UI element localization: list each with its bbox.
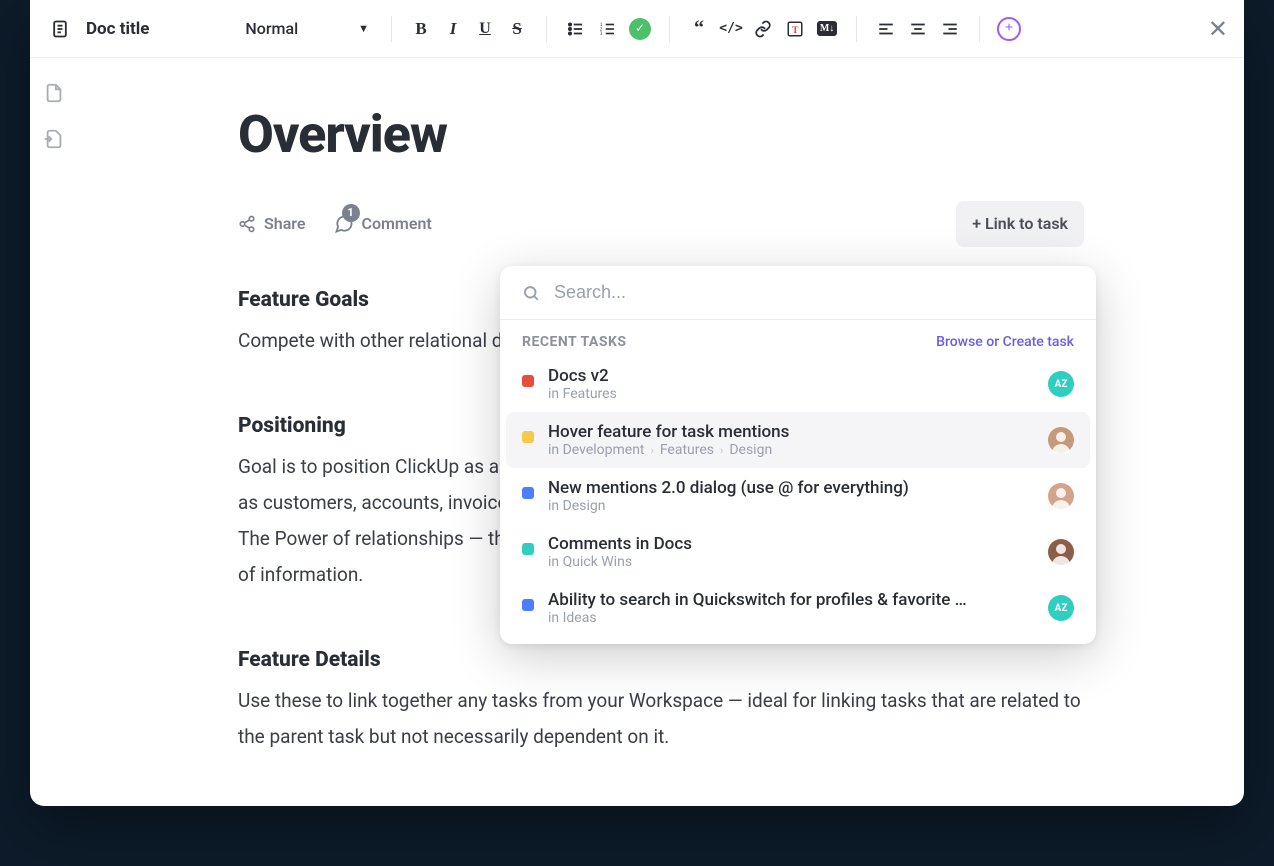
- task-list: Docs v2in Features AZ Hover feature for ta…: [500, 356, 1096, 644]
- markdown-button[interactable]: M↓: [812, 14, 842, 44]
- text-color-button[interactable]: T: [780, 14, 810, 44]
- doc-icon: [46, 15, 74, 43]
- status-square: [522, 543, 534, 555]
- strikethrough-button[interactable]: S: [502, 14, 532, 44]
- page-title[interactable]: Overview: [238, 86, 1084, 185]
- chevron-right-icon: ›: [651, 444, 654, 457]
- code-button[interactable]: </>: [716, 14, 746, 44]
- status-square: [522, 375, 534, 387]
- link-task-popover: RECENT TASKS Browse or Create task Docs …: [500, 266, 1096, 644]
- avatar: AZ: [1048, 371, 1074, 397]
- separator: [669, 16, 670, 42]
- left-rail: [30, 58, 78, 806]
- quote-button[interactable]: “: [684, 14, 714, 44]
- task-title: Comments in Docs: [548, 534, 1034, 554]
- link-to-task-button[interactable]: + Link to task: [956, 201, 1084, 247]
- link-button[interactable]: [748, 14, 778, 44]
- comment-label: Comment: [362, 209, 432, 239]
- align-right-button[interactable]: [935, 14, 965, 44]
- close-button[interactable]: ✕: [1208, 15, 1228, 43]
- status-square: [522, 487, 534, 499]
- bold-button[interactable]: B: [406, 14, 436, 44]
- comment-button[interactable]: 1 Comment: [334, 209, 432, 239]
- chevron-right-icon: ›: [720, 444, 723, 457]
- task-path: in Features: [548, 386, 1034, 402]
- separator: [979, 16, 980, 42]
- task-path: in Development›Features›Design: [548, 442, 1034, 458]
- task-item[interactable]: Comments in Docsin Quick Wins: [500, 524, 1096, 580]
- task-item[interactable]: Ability to search in Quickswitch for pro…: [500, 580, 1096, 636]
- status-square: [522, 599, 534, 611]
- search-row: [500, 266, 1096, 320]
- search-icon: [522, 284, 540, 302]
- comment-count-badge: 1: [342, 204, 360, 222]
- check-icon: ✓: [629, 18, 651, 40]
- task-item[interactable]: New mentions 2.0 dialog (use @ for every…: [500, 468, 1096, 524]
- task-path: in Ideas: [548, 610, 1034, 626]
- toolbar: Doc title Normal ▼ B I U S 123 ✓ “: [30, 0, 1244, 58]
- plus-circle-icon: +: [997, 17, 1021, 41]
- section-heading[interactable]: Feature Details: [238, 641, 1084, 681]
- task-path: in Quick Wins: [548, 554, 1034, 570]
- add-block-button[interactable]: +: [994, 14, 1024, 44]
- share-button[interactable]: Share: [238, 209, 306, 239]
- svg-text:T: T: [792, 24, 799, 35]
- align-center-button[interactable]: [903, 14, 933, 44]
- paragraph[interactable]: Use these to link together any tasks fro…: [238, 683, 1084, 755]
- text-style-label: Normal: [245, 19, 298, 38]
- task-title: New mentions 2.0 dialog (use @ for every…: [548, 478, 1034, 498]
- task-item[interactable]: Hover feature for task mentionsin Develo…: [506, 412, 1090, 468]
- bullet-list-button[interactable]: [561, 14, 591, 44]
- svg-text:3: 3: [600, 31, 603, 37]
- avatar: [1048, 483, 1074, 509]
- task-title: Ability to search in Quickswitch for pro…: [548, 590, 1034, 610]
- share-label: Share: [264, 209, 306, 239]
- separator: [391, 16, 392, 42]
- task-title: Docs v2: [548, 366, 1034, 386]
- doc-actions: Share 1 Comment + Link to task: [238, 201, 1084, 247]
- import-icon[interactable]: [43, 128, 65, 150]
- recent-tasks-label: RECENT TASKS: [522, 334, 626, 350]
- avatar: [1048, 539, 1074, 565]
- numbered-list-button[interactable]: 123: [593, 14, 623, 44]
- task-path: in Design: [548, 498, 1034, 514]
- avatar: AZ: [1048, 595, 1074, 621]
- separator: [856, 16, 857, 42]
- align-left-button[interactable]: [871, 14, 901, 44]
- text-style-select[interactable]: Normal ▼: [237, 15, 377, 42]
- browse-create-link[interactable]: Browse or Create task: [936, 334, 1074, 350]
- task-item[interactable]: Docs v2in Features AZ: [500, 356, 1096, 412]
- task-title: Hover feature for task mentions: [548, 422, 1034, 442]
- separator: [546, 16, 547, 42]
- italic-button[interactable]: I: [438, 14, 468, 44]
- page-icon[interactable]: [43, 82, 65, 104]
- share-icon: [238, 215, 256, 233]
- search-input[interactable]: [554, 282, 1074, 303]
- checklist-button[interactable]: ✓: [625, 14, 655, 44]
- underline-button[interactable]: U: [470, 14, 500, 44]
- status-square: [522, 431, 534, 443]
- chevron-down-icon: ▼: [358, 22, 369, 35]
- doc-title-input[interactable]: Doc title: [86, 19, 149, 39]
- avatar: [1048, 427, 1074, 453]
